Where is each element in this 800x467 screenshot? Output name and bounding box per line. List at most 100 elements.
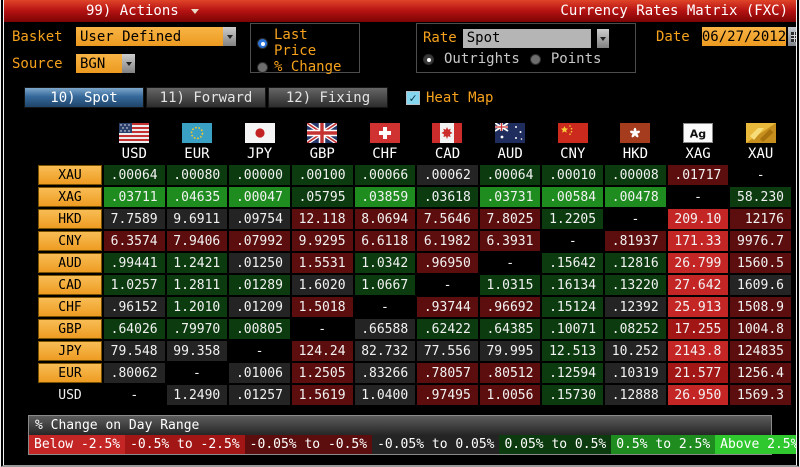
cell-gbp-cny[interactable]: .10071 (542, 319, 604, 339)
cell-xau-gbp[interactable]: .00100 (291, 165, 353, 185)
last-price-option[interactable]: Last Price (257, 27, 353, 59)
cell-aud-chf[interactable]: 1.0342 (354, 253, 416, 273)
cell-cny-usd[interactable]: 6.3574 (104, 231, 165, 251)
cell-usd-aud[interactable]: 1.0056 (479, 385, 541, 405)
cell-hkd-xag[interactable]: 209.10 (667, 209, 729, 229)
cell-eur-jpy[interactable]: .01006 (229, 363, 290, 383)
cell-xag-cad[interactable]: .03618 (417, 187, 478, 207)
row-label-chf[interactable]: CHF (38, 297, 102, 317)
row-label-xau[interactable]: XAU (38, 165, 102, 185)
points-radio-icon[interactable] (529, 53, 541, 65)
cell-xag-eur[interactable]: .04635 (166, 187, 228, 207)
cell-usd-usd[interactable]: - (104, 385, 165, 405)
cell-hkd-cny[interactable]: 1.2205 (542, 209, 604, 229)
cell-cny-cny[interactable]: - (542, 231, 604, 251)
cell-eur-aud[interactable]: .80512 (479, 363, 541, 383)
cell-chf-xag[interactable]: 25.913 (667, 297, 729, 317)
row-label-gbp[interactable]: GBP (38, 319, 102, 339)
tab-10-spot[interactable]: 10) Spot (24, 87, 144, 108)
cell-xag-hkd[interactable]: .00478 (605, 187, 666, 207)
cell-eur-xag[interactable]: 21.577 (667, 363, 729, 383)
cell-xag-usd[interactable]: .03711 (104, 187, 165, 207)
pct-change-radio-icon[interactable] (257, 61, 268, 73)
date-field[interactable]: 06/27/2012 (702, 27, 796, 46)
cell-jpy-usd[interactable]: 79.548 (104, 341, 165, 361)
cell-cny-jpy[interactable]: .07992 (229, 231, 290, 251)
cell-aud-aud[interactable]: - (479, 253, 541, 273)
cell-cny-xau[interactable]: 9976.7 (730, 231, 791, 251)
cell-xau-hkd[interactable]: .00008 (605, 165, 666, 185)
cell-hkd-aud[interactable]: 7.8025 (479, 209, 541, 229)
cell-aud-cad[interactable]: .96950 (417, 253, 478, 273)
row-label-aud[interactable]: AUD (38, 253, 102, 273)
cell-cad-cad[interactable]: - (417, 275, 478, 295)
cell-xag-xag[interactable]: - (667, 187, 729, 207)
cell-cny-hkd[interactable]: .81937 (605, 231, 666, 251)
cell-jpy-jpy[interactable]: - (229, 341, 290, 361)
cell-xag-cny[interactable]: .00584 (542, 187, 604, 207)
cell-chf-xau[interactable]: 1508.9 (730, 297, 791, 317)
rate-dropdown[interactable]: Spot (462, 28, 591, 48)
cell-hkd-usd[interactable]: 7.7589 (104, 209, 165, 229)
cell-cny-gbp[interactable]: 9.9295 (291, 231, 353, 251)
tab-11-forward[interactable]: 11) Forward (146, 87, 266, 108)
heat-map-toggle[interactable]: ✓ Heat Map (406, 87, 493, 108)
cell-usd-cad[interactable]: .97495 (417, 385, 478, 405)
cell-eur-cad[interactable]: .78057 (417, 363, 478, 383)
cell-jpy-eur[interactable]: 99.358 (166, 341, 228, 361)
cell-gbp-hkd[interactable]: .08252 (605, 319, 666, 339)
cell-jpy-aud[interactable]: 79.995 (479, 341, 541, 361)
row-label-usd[interactable]: USD (38, 385, 102, 405)
cell-xau-xau[interactable]: - (730, 165, 791, 185)
calendar-icon[interactable] (788, 27, 796, 46)
cell-cad-jpy[interactable]: .01289 (229, 275, 290, 295)
cell-xau-jpy[interactable]: .00000 (229, 165, 290, 185)
last-price-radio-icon[interactable] (257, 37, 268, 49)
cell-cad-chf[interactable]: 1.0667 (354, 275, 416, 295)
cell-xau-aud[interactable]: .00064 (479, 165, 541, 185)
cell-gbp-chf[interactable]: .66588 (354, 319, 416, 339)
cell-aud-jpy[interactable]: .01250 (229, 253, 290, 273)
cell-cny-aud[interactable]: 6.3931 (479, 231, 541, 251)
cell-jpy-cny[interactable]: 12.513 (542, 341, 604, 361)
row-label-hkd[interactable]: HKD (38, 209, 102, 229)
rate-dropdown-arrow-icon[interactable] (596, 28, 609, 48)
cell-jpy-cad[interactable]: 77.556 (417, 341, 478, 361)
row-label-cny[interactable]: CNY (38, 231, 102, 251)
cell-aud-gbp[interactable]: 1.5531 (291, 253, 353, 273)
cell-usd-cny[interactable]: .15730 (542, 385, 604, 405)
heat-map-checkbox-icon[interactable]: ✓ (406, 90, 420, 105)
cell-xag-gbp[interactable]: .05795 (291, 187, 353, 207)
cell-gbp-eur[interactable]: .79970 (166, 319, 228, 339)
cell-cad-cny[interactable]: .16134 (542, 275, 604, 295)
cell-gbp-aud[interactable]: .64385 (479, 319, 541, 339)
cell-chf-usd[interactable]: .96152 (104, 297, 165, 317)
cell-gbp-usd[interactable]: .64026 (104, 319, 165, 339)
cell-xau-eur[interactable]: .00080 (166, 165, 228, 185)
row-label-jpy[interactable]: JPY (38, 341, 102, 361)
source-dropdown[interactable]: BGN (76, 54, 135, 73)
cell-eur-hkd[interactable]: .10319 (605, 363, 666, 383)
cell-eur-eur[interactable]: - (166, 363, 228, 383)
outrights-radio-icon[interactable] (423, 53, 434, 65)
cell-jpy-chf[interactable]: 82.732 (354, 341, 416, 361)
cell-hkd-gbp[interactable]: 12.118 (291, 209, 353, 229)
cell-chf-eur[interactable]: 1.2010 (166, 297, 228, 317)
basket-dropdown-arrow-icon[interactable] (223, 27, 236, 46)
cell-aud-eur[interactable]: 1.2421 (166, 253, 228, 273)
cell-xau-usd[interactable]: .00064 (104, 165, 165, 185)
cell-hkd-chf[interactable]: 8.0694 (354, 209, 416, 229)
cell-gbp-gbp[interactable]: - (291, 319, 353, 339)
cell-cny-chf[interactable]: 6.6118 (354, 231, 416, 251)
cell-aud-cny[interactable]: .15642 (542, 253, 604, 273)
cell-usd-gbp[interactable]: 1.5619 (291, 385, 353, 405)
cell-cad-usd[interactable]: 1.0257 (104, 275, 165, 295)
cell-xau-chf[interactable]: .00066 (354, 165, 416, 185)
cell-eur-chf[interactable]: .83266 (354, 363, 416, 383)
row-label-xag[interactable]: XAG (38, 187, 102, 207)
cell-eur-xau[interactable]: 1256.4 (730, 363, 791, 383)
cell-chf-aud[interactable]: .96692 (479, 297, 541, 317)
cell-cad-hkd[interactable]: .13220 (605, 275, 666, 295)
cell-cny-cad[interactable]: 6.1982 (417, 231, 478, 251)
cell-usd-jpy[interactable]: .01257 (229, 385, 290, 405)
